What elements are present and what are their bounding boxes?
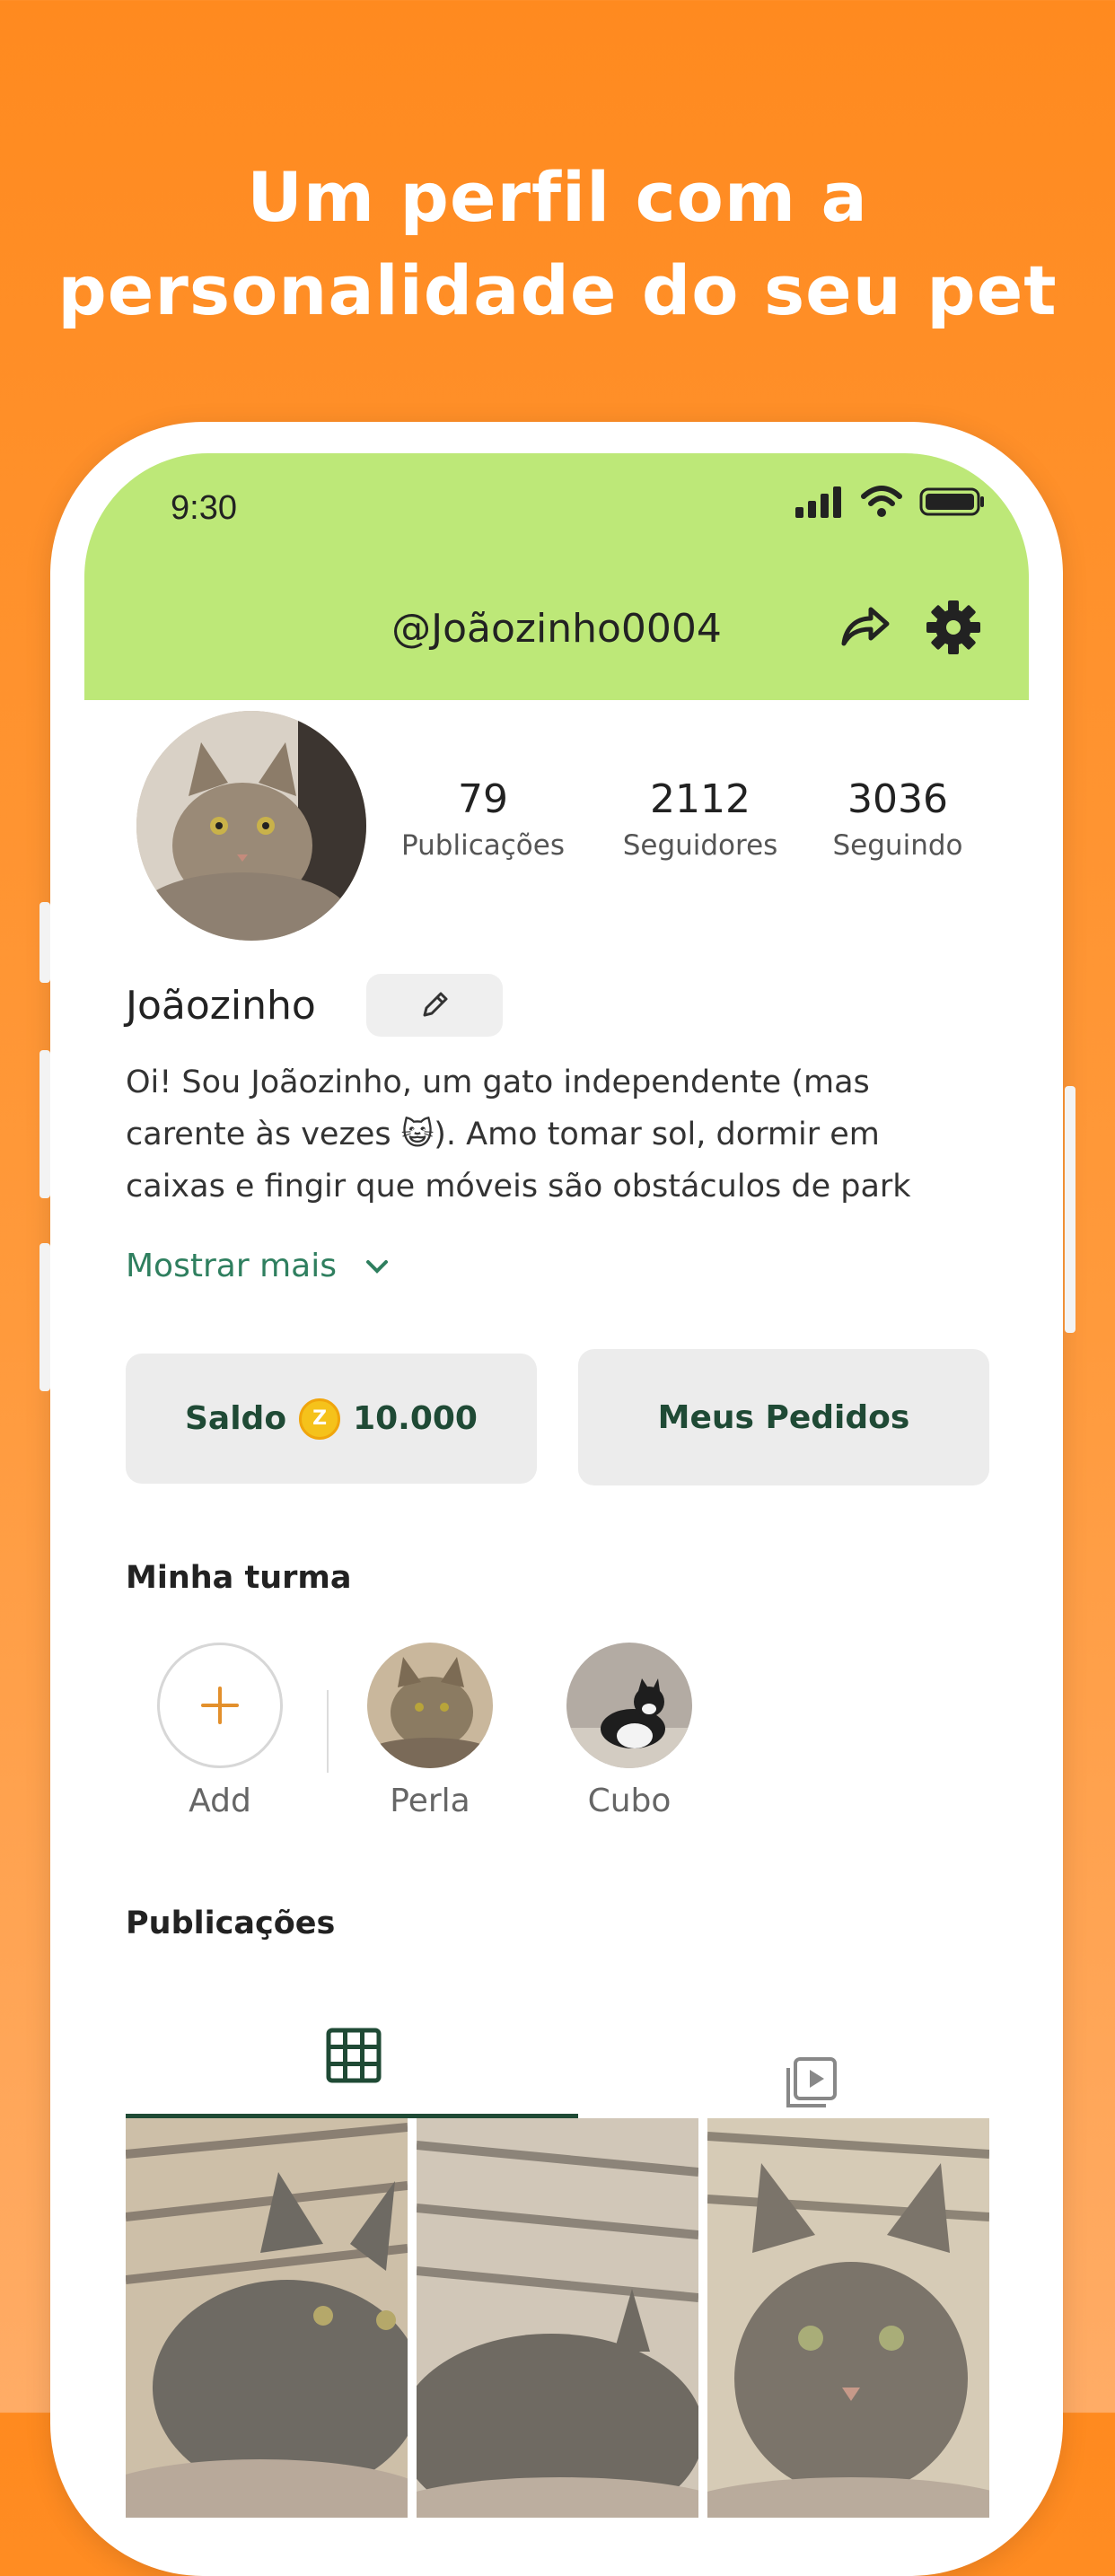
add-friend-label: Add bbox=[189, 1783, 251, 1819]
stat-publications[interactable]: 79 Publicações bbox=[384, 776, 582, 862]
stat-publications-label: Publicações bbox=[401, 829, 565, 862]
cat-photo bbox=[707, 2118, 989, 2518]
stat-following-label: Seguindo bbox=[832, 829, 963, 862]
gear-icon bbox=[926, 600, 980, 654]
profile-avatar[interactable] bbox=[136, 711, 366, 941]
my-group-title: Minha turma bbox=[126, 1560, 352, 1596]
profile-name: Joãozinho bbox=[126, 983, 316, 1029]
friend-avatar bbox=[367, 1643, 493, 1768]
publications-title: Publicações bbox=[126, 1906, 336, 1941]
my-orders-label: Meus Pedidos bbox=[657, 1398, 910, 1436]
friend-name: Cubo bbox=[587, 1783, 672, 1819]
settings-button[interactable] bbox=[923, 597, 984, 662]
promo-headline: Um perfil com a personalidade do seu pet bbox=[0, 151, 1115, 337]
group-divider bbox=[327, 1690, 329, 1773]
stat-followers[interactable]: 2112 Seguidores bbox=[601, 776, 799, 862]
video-icon bbox=[786, 2057, 837, 2107]
status-icons bbox=[794, 486, 986, 518]
show-more-label: Mostrar mais bbox=[126, 1248, 337, 1284]
pencil-icon bbox=[423, 992, 448, 1017]
phone-side-button bbox=[1065, 1086, 1075, 1333]
headline-line-1: Um perfil com a bbox=[247, 157, 868, 237]
balance-button[interactable]: Saldo Z 10.000 bbox=[126, 1354, 537, 1484]
app-screen: 9:30 @Joãozinho0004 79 Publicações 2112 … bbox=[84, 453, 1029, 2518]
stat-followers-label: Seguidores bbox=[622, 829, 778, 862]
stat-following[interactable]: 3036 Seguindo bbox=[799, 776, 996, 862]
chevron-down-icon bbox=[365, 1259, 388, 1274]
share-icon bbox=[841, 607, 890, 646]
cat-photo bbox=[417, 2118, 698, 2518]
balance-value: 10.000 bbox=[353, 1400, 478, 1437]
signal-icon bbox=[795, 486, 841, 518]
coin-icon: Z bbox=[299, 1398, 341, 1440]
app-header: 9:30 @Joãozinho0004 bbox=[84, 453, 1029, 700]
edit-profile-button[interactable] bbox=[366, 974, 503, 1037]
tab-videos[interactable] bbox=[767, 2046, 856, 2118]
phone-side-button bbox=[40, 1243, 50, 1391]
add-friend-button[interactable]: Add bbox=[153, 1643, 287, 1819]
status-time: 9:30 bbox=[171, 489, 237, 527]
cat-photo bbox=[136, 711, 366, 941]
stat-followers-value: 2112 bbox=[650, 776, 751, 822]
headline-line-2: personalidade do seu pet bbox=[57, 250, 1058, 330]
wifi-icon bbox=[861, 486, 902, 517]
add-circle bbox=[157, 1643, 283, 1768]
show-more-link[interactable]: Mostrar mais bbox=[126, 1248, 391, 1284]
tab-grid[interactable] bbox=[309, 2015, 399, 2096]
balance-label: Saldo bbox=[185, 1400, 287, 1437]
plus-icon bbox=[201, 1687, 239, 1724]
friend-perla[interactable]: Perla bbox=[363, 1643, 497, 1819]
phone-side-button bbox=[40, 902, 50, 983]
battery-icon bbox=[919, 487, 984, 516]
cat-photo bbox=[566, 1643, 692, 1768]
friend-name: Perla bbox=[390, 1783, 470, 1819]
grid-icon bbox=[326, 2028, 382, 2083]
my-orders-button[interactable]: Meus Pedidos bbox=[578, 1349, 989, 1485]
post-thumbnail[interactable] bbox=[126, 2118, 408, 2518]
profile-bio: Oi! Sou Joãozinho, um gato independente … bbox=[126, 1065, 911, 1205]
cat-photo bbox=[126, 2118, 408, 2518]
phone-side-button bbox=[40, 1050, 50, 1198]
post-thumbnail[interactable] bbox=[707, 2118, 989, 2518]
friend-cubo[interactable]: Cubo bbox=[562, 1643, 697, 1819]
share-button[interactable] bbox=[837, 597, 894, 659]
cat-photo bbox=[367, 1643, 493, 1768]
stat-publications-value: 79 bbox=[458, 776, 508, 822]
friend-avatar bbox=[566, 1643, 692, 1768]
post-thumbnail[interactable] bbox=[417, 2118, 698, 2518]
stat-following-value: 3036 bbox=[847, 776, 948, 822]
